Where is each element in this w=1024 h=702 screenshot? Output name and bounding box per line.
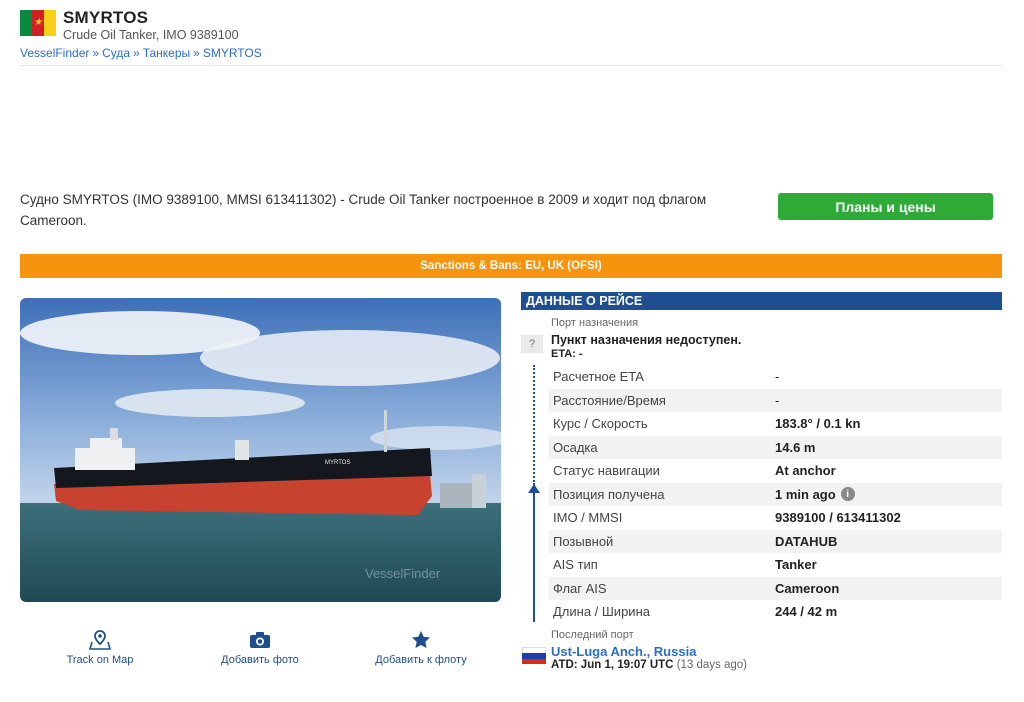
star-icon — [351, 630, 491, 650]
row-key: Длина / Ширина — [553, 604, 650, 620]
map-pin-icon — [30, 630, 170, 650]
atd-ago: (13 days ago) — [676, 659, 748, 671]
row-key: Осадка — [553, 439, 598, 455]
table-row: Длина / Ширина 244 / 42 m — [549, 600, 1002, 624]
table-row: Статус навигации At anchor — [549, 459, 1002, 483]
row-value: Cameroon — [775, 580, 840, 596]
add-to-fleet-label: Добавить к флоту — [375, 654, 467, 666]
row-key: Статус навигации — [553, 463, 660, 479]
atd-info: ATD: Jun 1, 19:07 UTC (13 days ago) — [551, 659, 747, 671]
russia-flag-icon — [522, 647, 546, 664]
hull-name-text: MYRTOS — [325, 460, 350, 466]
vessel-actions: Track on Map Добавить фото Добавить к фл… — [20, 630, 501, 674]
table-row: Курс / Скорость 183.8° / 0.1 kn — [549, 412, 1002, 436]
breadcrumb: VesselFinder» Суда» Танкеры» SMYRTOS — [20, 46, 262, 60]
row-value: 9389100 / 613411302 — [775, 510, 901, 526]
track-on-map-button[interactable]: Track on Map — [30, 630, 170, 666]
destination-value: Пункт назначения недоступен. — [551, 333, 742, 347]
row-key: Позиция получена — [553, 486, 665, 502]
camera-icon — [190, 630, 330, 650]
voyage-data-heading: ДАННЫЕ О РЕЙСЕ — [521, 292, 1002, 310]
photo-watermark: VesselFinder — [365, 566, 441, 581]
breadcrumb-tankers[interactable]: Танкеры — [143, 46, 190, 60]
breadcrumb-separator: » — [193, 46, 200, 60]
table-row: Позиция получена 1 min ago i — [549, 482, 1002, 506]
row-value: At anchor — [775, 463, 836, 479]
table-row: AIS тип Tanker — [549, 553, 1002, 577]
row-key: Позывной — [553, 533, 614, 549]
table-row: Расчетное ETA - — [549, 365, 1002, 389]
table-row: Расстояние/Время - — [549, 388, 1002, 412]
row-key: Флаг AIS — [553, 580, 607, 596]
add-to-fleet-button[interactable]: Добавить к флоту — [351, 630, 491, 666]
route-timeline-dotted — [533, 365, 535, 485]
add-photo-button[interactable]: Добавить фото — [190, 630, 330, 666]
breadcrumb-ships[interactable]: Суда — [102, 46, 130, 60]
last-port-label: Последний порт — [551, 629, 634, 641]
row-key: Курс / Скорость — [553, 416, 648, 432]
row-value: DATAHUB — [775, 533, 838, 549]
vessel-subtitle: Crude Oil Tanker, IMO 9389100 — [63, 28, 239, 42]
row-value: - — [775, 369, 780, 385]
vessel-photo[interactable]: MYRTOS VesselFinder — [20, 298, 501, 602]
track-on-map-label: Track on Map — [66, 654, 134, 666]
vessel-name: SMYRTOS — [63, 8, 149, 27]
last-port-link[interactable]: Ust-Luga Anch., Russia — [551, 644, 696, 659]
row-value: 183.8° / 0.1 kn — [775, 416, 861, 432]
unknown-destination-icon: ? — [521, 335, 543, 353]
row-value: 14.6 m — [775, 439, 816, 455]
page-header: ★ SMYRTOS Crude Oil Tanker, IMO 9389100 … — [20, 8, 1002, 66]
row-key: IMO / MMSI — [553, 510, 623, 526]
breadcrumb-separator: » — [133, 46, 140, 60]
row-value: - — [775, 392, 780, 408]
row-value-with-info: 1 min ago i — [775, 487, 855, 502]
row-key: Расчетное ETA — [553, 369, 644, 385]
row-value: Tanker — [775, 557, 817, 573]
cameroon-flag-icon: ★ — [20, 10, 56, 36]
destination-label: Порт назначения — [551, 317, 639, 329]
breadcrumb-vesselfinder[interactable]: VesselFinder — [20, 46, 89, 60]
row-value: 1 min ago — [775, 486, 836, 502]
table-row: Осадка 14.6 m — [549, 435, 1002, 459]
table-row: IMO / MMSI 9389100 / 613411302 — [549, 506, 1002, 530]
route-timeline-solid — [533, 490, 535, 622]
row-key: AIS тип — [553, 557, 598, 573]
destination-eta: ETA: - — [551, 348, 583, 360]
row-key: Расстояние/Время — [553, 392, 666, 408]
voyage-data-table: Расчетное ETA - Расстояние/Время - Курс / … — [549, 365, 1002, 624]
breadcrumb-vessel[interactable]: SMYRTOS — [203, 46, 262, 60]
sanctions-banner: Sanctions & Bans: EU, UK (OFSI) — [20, 254, 1002, 278]
table-row: Флаг AIS Cameroon — [549, 576, 1002, 600]
vessel-description: Судно SMYRTOS (IMO 9389100, MMSI 6134113… — [20, 192, 707, 228]
atd-value: ATD: Jun 1, 19:07 UTC — [551, 659, 674, 671]
row-value: 244 / 42 m — [775, 604, 838, 620]
plans-pricing-button[interactable]: Планы и цены — [778, 193, 993, 220]
table-row: Позывной DATAHUB — [549, 529, 1002, 553]
add-photo-label: Добавить фото — [221, 654, 299, 666]
breadcrumb-separator: » — [92, 46, 100, 60]
info-icon[interactable]: i — [840, 487, 855, 502]
